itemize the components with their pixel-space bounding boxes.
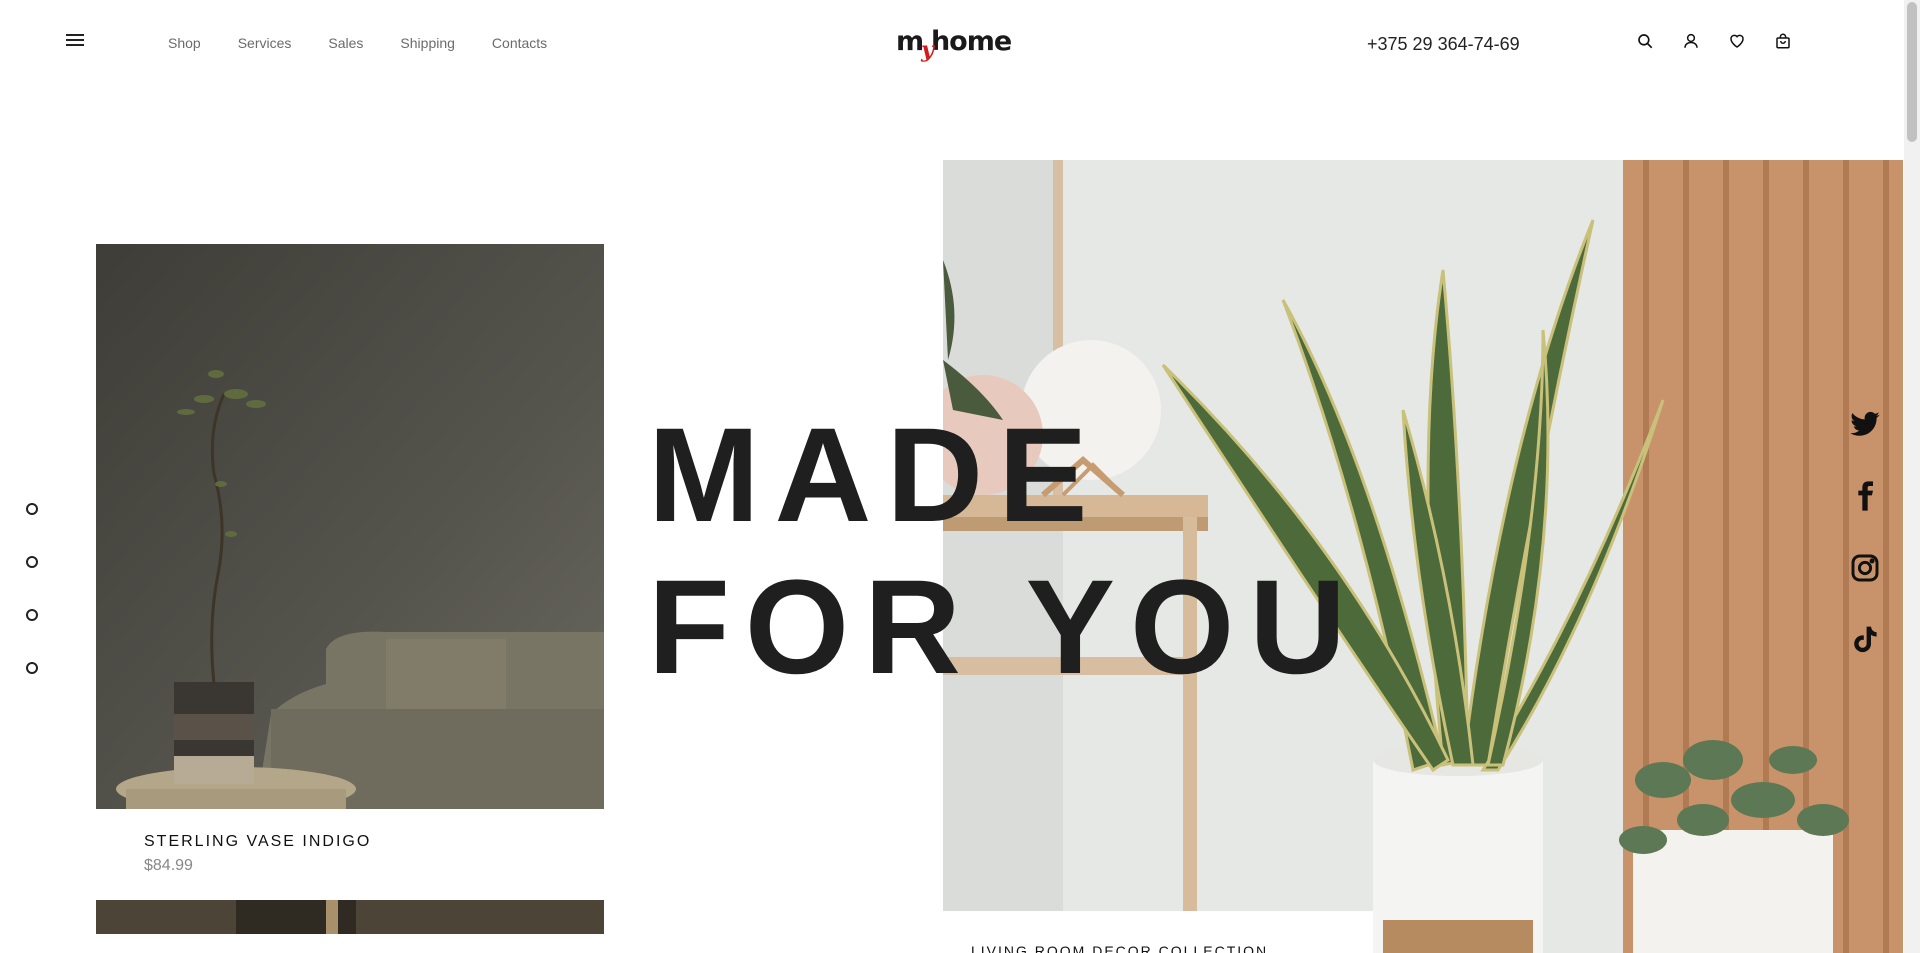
hamburger-menu-icon[interactable] [66,34,84,48]
collection-caption[interactable]: LIVING ROOM DECOR COLLECTION [971,943,1268,953]
phone-number[interactable]: +375 29 364-74-69 [1367,34,1520,55]
cart-icon[interactable] [1774,32,1792,50]
main-nav: Shop Services Sales Shipping Contacts [168,35,547,51]
nav-item-contacts[interactable]: Contacts [492,35,547,51]
logo-text-m: m [896,26,924,57]
facebook-icon[interactable] [1848,480,1882,512]
nav-item-sales[interactable]: Sales [328,35,363,51]
slider-dot[interactable] [26,609,38,621]
slider-dot[interactable] [26,503,38,515]
search-icon[interactable] [1636,32,1654,50]
logo[interactable]: myhome [896,26,1012,63]
logo-text-y: y [921,37,934,63]
hero-headline-line2: FOR YOU [648,553,1362,702]
product-price: $84.99 [144,857,193,874]
hero-headline: MADE FOR YOU [648,400,1361,704]
product-name[interactable]: STERLING VASE INDIGO [144,833,371,851]
nav-item-shop[interactable]: Shop [168,35,201,51]
user-icon[interactable] [1682,32,1700,50]
nav-item-services[interactable]: Services [238,35,292,51]
scrollbar-thumb[interactable] [1907,2,1917,142]
slider-dot[interactable] [26,556,38,568]
hero-headline-line1: MADE [648,401,1103,550]
heart-icon[interactable] [1728,32,1746,50]
scrollbar[interactable] [1904,0,1920,953]
social-links [1848,408,1882,656]
twitter-icon[interactable] [1848,408,1882,440]
nav-item-shipping[interactable]: Shipping [400,35,455,51]
instagram-icon[interactable] [1848,552,1882,584]
slider-dots [26,503,38,674]
header-actions [1636,32,1792,50]
product-image[interactable] [96,244,604,809]
logo-text-home: home [930,26,1012,57]
slider-dot[interactable] [26,662,38,674]
tiktok-icon[interactable] [1848,624,1882,656]
next-product-image[interactable] [96,900,604,934]
